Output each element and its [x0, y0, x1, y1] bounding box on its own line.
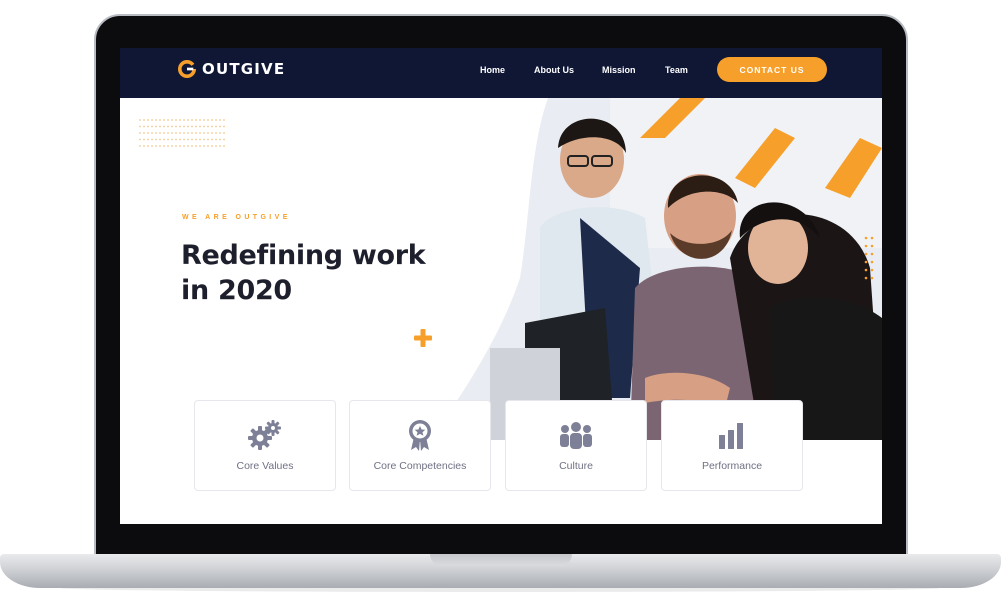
hero-team-photo: [430, 98, 882, 440]
card-performance[interactable]: Performance: [661, 400, 803, 491]
gears-icon: [248, 419, 282, 451]
card-label: Performance: [701, 460, 763, 472]
dot-grid-decoration: [139, 119, 225, 147]
navbar: OUTGIVE Home About Us Mission Team CONTA…: [120, 48, 882, 98]
contact-us-button[interactable]: CONTACT US: [717, 57, 827, 82]
nav-link-about-us[interactable]: About Us: [534, 65, 574, 75]
laptop-screen: OUTGIVE Home About Us Mission Team CONTA…: [120, 48, 882, 524]
card-core-values[interactable]: Core Values: [194, 400, 336, 491]
nav-link-mission[interactable]: Mission: [602, 65, 636, 75]
hero-eyebrow: WE ARE OUTGIVE: [182, 214, 291, 221]
card-core-competencies[interactable]: Core Competencies: [349, 400, 491, 491]
card-culture[interactable]: Culture: [505, 400, 647, 491]
laptop-base-notch: [430, 554, 572, 566]
card-label: Culture: [559, 460, 593, 472]
card-label: Core Competencies: [373, 460, 467, 472]
people-group-icon: [558, 419, 594, 451]
logo-icon: [178, 60, 196, 78]
card-label: Core Values: [236, 460, 294, 472]
bar-chart-icon: [718, 419, 746, 451]
logo[interactable]: OUTGIVE: [178, 60, 285, 78]
nav-link-team[interactable]: Team: [665, 65, 688, 75]
nav-link-home[interactable]: Home: [480, 65, 505, 75]
logo-text: OUTGIVE: [202, 60, 286, 78]
award-medal-icon: [407, 419, 433, 451]
